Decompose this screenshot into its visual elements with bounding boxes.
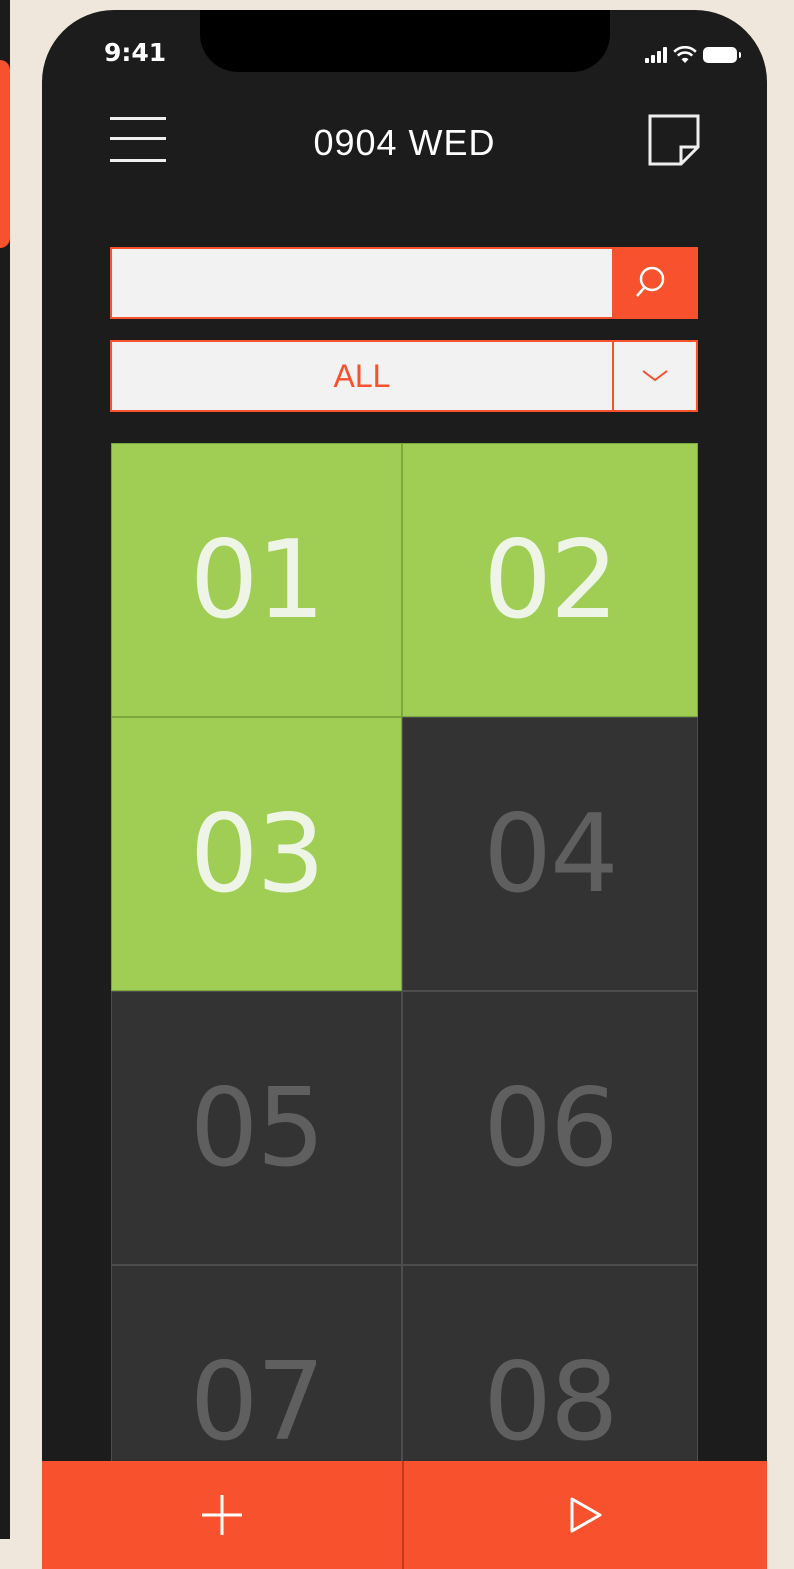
chevron-down-icon [642, 370, 668, 382]
grid-cell-04[interactable]: 04 [402, 717, 698, 991]
filter-selected-value: ALL [112, 342, 614, 410]
play-button[interactable] [404, 1461, 767, 1569]
phone-screen: 9:41 0904 WED ALL 01 02 03 04 05 06 07 0… [42, 10, 767, 1569]
device-notch [200, 10, 610, 72]
search-input[interactable] [112, 249, 612, 317]
wifi-icon [673, 46, 697, 63]
grid-cell-05[interactable]: 05 [111, 991, 402, 1265]
grid-cell-06[interactable]: 06 [402, 991, 698, 1265]
grid-cell-02[interactable]: 02 [402, 443, 698, 717]
grid-cell-01[interactable]: 01 [111, 443, 402, 717]
add-button[interactable] [42, 1461, 404, 1569]
search-bar [110, 247, 698, 319]
filter-chevron[interactable] [614, 342, 696, 410]
search-icon [636, 266, 665, 297]
status-time: 9:41 [104, 38, 167, 67]
right-margin [767, 10, 794, 1569]
adjacent-screen-cap [0, 1539, 10, 1569]
sticky-note-icon[interactable] [647, 113, 701, 167]
play-icon [570, 1497, 601, 1533]
cellular-signal-icon [645, 47, 667, 63]
bottom-action-bar [42, 1461, 767, 1569]
day-grid: 01 02 03 04 05 06 07 08 [111, 443, 698, 1539]
plus-icon [202, 1495, 242, 1535]
search-button[interactable] [612, 249, 696, 317]
filter-select[interactable]: ALL [110, 340, 698, 412]
adjacent-screen-edge [0, 0, 10, 1569]
adjacent-screen-accent [0, 60, 10, 248]
battery-icon [703, 47, 741, 63]
grid-cell-03[interactable]: 03 [111, 717, 402, 991]
status-icons [645, 46, 741, 64]
